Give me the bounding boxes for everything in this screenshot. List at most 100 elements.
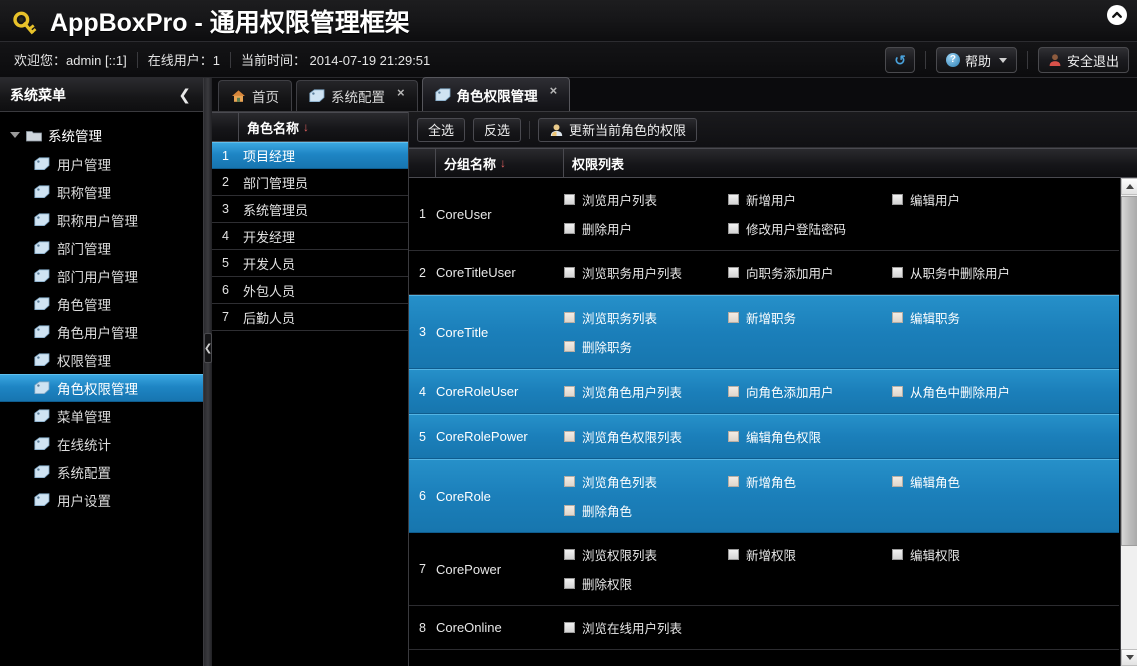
role-row[interactable]: 1 项目经理 [212, 142, 408, 169]
permission-checkbox-item[interactable]: 浏览在线用户列表 [564, 613, 728, 642]
checkbox[interactable] [892, 267, 903, 278]
update-permissions-button[interactable]: 更新当前角色的权限 [538, 117, 698, 142]
scroll-down-button[interactable] [1121, 649, 1137, 666]
permission-row[interactable]: 5 CoreRolePower 浏览角色权限列表 编辑角色权限 [409, 414, 1119, 459]
sidebar-item-4[interactable]: 部门用户管理 [0, 262, 203, 290]
role-row[interactable]: 7 后勤人员 [212, 304, 408, 331]
checkbox[interactable] [564, 341, 575, 352]
role-row[interactable]: 6 外包人员 [212, 277, 408, 304]
sidebar-item-5[interactable]: 角色管理 [0, 290, 203, 318]
checkbox[interactable] [892, 549, 903, 560]
permission-checkbox-item[interactable]: 向职务添加用户 [728, 258, 892, 287]
perm-col-group[interactable]: 分组名称 ↓ [436, 149, 564, 177]
tab-0[interactable]: 首页 [218, 80, 292, 111]
permission-checkbox-item[interactable]: 从角色中删除用户 [892, 377, 1056, 406]
role-row[interactable]: 3 系统管理员 [212, 196, 408, 223]
permission-checkbox-item[interactable]: 修改用户登陆密码 [728, 214, 892, 243]
sidebar-item-10[interactable]: 在线统计 [0, 430, 203, 458]
permission-row[interactable]: 6 CoreRole 浏览角色列表 新增角色 编辑角色 删除角色 [409, 459, 1119, 533]
logout-button[interactable]: 安全退出 [1037, 47, 1129, 73]
permission-row[interactable]: 2 CoreTitleUser 浏览职务用户列表 向职务添加用户 从职务中删除用户 [409, 251, 1119, 295]
checkbox[interactable] [892, 312, 903, 323]
sidebar-item-1[interactable]: 职称管理 [0, 178, 203, 206]
permission-checkbox-item[interactable]: 编辑角色 [892, 467, 1056, 496]
close-icon[interactable]: × [550, 83, 558, 98]
permission-checkbox-item[interactable]: 删除职务 [564, 332, 728, 361]
checkbox[interactable] [564, 386, 575, 397]
tab-2[interactable]: 角色权限管理 × [421, 77, 571, 111]
checkbox[interactable] [728, 312, 739, 323]
permission-checkbox-item[interactable]: 新增职务 [728, 303, 892, 332]
permission-checkbox-item[interactable]: 浏览职务用户列表 [564, 258, 728, 287]
sidebar-item-7[interactable]: 权限管理 [0, 346, 203, 374]
checkbox[interactable] [564, 549, 575, 560]
permission-checkbox-item[interactable]: 浏览角色列表 [564, 467, 728, 496]
tab-1[interactable]: 系统配置 × [296, 80, 418, 111]
checkbox[interactable] [564, 194, 575, 205]
checkbox[interactable] [564, 622, 575, 633]
scroll-up-button[interactable] [1121, 178, 1137, 195]
permission-checkbox-item[interactable]: 浏览权限列表 [564, 540, 728, 569]
role-row[interactable]: 4 开发经理 [212, 223, 408, 250]
checkbox[interactable] [892, 476, 903, 487]
checkbox[interactable] [728, 267, 739, 278]
close-icon[interactable]: × [397, 85, 405, 100]
permission-checkbox-item[interactable]: 新增角色 [728, 467, 892, 496]
chevron-left-icon[interactable]: ❮ [178, 86, 191, 104]
checkbox[interactable] [564, 431, 575, 442]
checkbox[interactable] [564, 267, 575, 278]
splitter-collapse-handle[interactable]: ❮ [204, 333, 212, 363]
permission-checkbox-item[interactable]: 新增菜单 [728, 657, 892, 666]
permission-checkbox-item[interactable]: 向角色添加用户 [728, 377, 892, 406]
checkbox[interactable] [564, 578, 575, 589]
checkbox[interactable] [728, 431, 739, 442]
checkbox[interactable] [892, 194, 903, 205]
permission-checkbox-item[interactable]: 浏览角色权限列表 [564, 422, 728, 451]
permission-checkbox-item[interactable]: 删除权限 [564, 569, 728, 598]
help-button[interactable]: ? 帮助 [935, 47, 1017, 73]
role-col-name[interactable]: 角色名称 ↓ [239, 113, 408, 141]
sidebar-item-11[interactable]: 系统配置 [0, 458, 203, 486]
permission-checkbox-item[interactable]: 浏览菜单列表 [564, 657, 728, 666]
checkbox[interactable] [564, 476, 575, 487]
permission-row[interactable]: 4 CoreRoleUser 浏览角色用户列表 向角色添加用户 从角色中删除用户 [409, 369, 1119, 414]
permission-row[interactable]: 7 CorePower 浏览权限列表 新增权限 编辑权限 删除权限 [409, 533, 1119, 606]
checkbox[interactable] [728, 194, 739, 205]
invert-selection-button[interactable]: 反选 [473, 117, 522, 142]
sidebar-item-8[interactable]: 角色权限管理 [0, 374, 203, 402]
role-row[interactable]: 5 开发人员 [212, 250, 408, 277]
checkbox[interactable] [728, 386, 739, 397]
permission-row[interactable]: 3 CoreTitle 浏览职务列表 新增职务 编辑职务 删除职务 [409, 295, 1119, 369]
permission-checkbox-item[interactable]: 删除角色 [564, 496, 728, 525]
permission-checkbox-item[interactable]: 编辑用户 [892, 185, 1056, 214]
sidebar-item-3[interactable]: 部门管理 [0, 234, 203, 262]
checkbox[interactable] [728, 549, 739, 560]
permission-checkbox-item[interactable]: 新增用户 [728, 185, 892, 214]
permission-checkbox-item[interactable]: 浏览用户列表 [564, 185, 728, 214]
permission-row[interactable]: 1 CoreUser 浏览用户列表 新增用户 编辑用户 删除用户 修改用户登陆密码 [409, 178, 1119, 251]
checkbox[interactable] [728, 476, 739, 487]
checkbox[interactable] [564, 312, 575, 323]
panel-splitter[interactable]: ❮ [204, 78, 212, 666]
permission-checkbox-item[interactable]: 浏览角色用户列表 [564, 377, 728, 406]
sidebar-item-12[interactable]: 用户设置 [0, 486, 203, 514]
refresh-button[interactable]: ↺ [885, 47, 915, 73]
scrollbar-thumb[interactable] [1121, 196, 1137, 546]
checkbox[interactable] [564, 505, 575, 516]
permission-checkbox-item[interactable]: 编辑角色权限 [728, 422, 892, 451]
permission-row[interactable]: 8 CoreOnline 浏览在线用户列表 [409, 606, 1119, 650]
checkbox[interactable] [728, 223, 739, 234]
sidebar-item-2[interactable]: 职称用户管理 [0, 206, 203, 234]
sidebar-group-system[interactable]: 系统管理 [0, 120, 203, 150]
permission-checkbox-item[interactable]: 删除用户 [564, 214, 728, 243]
checkbox[interactable] [564, 223, 575, 234]
permission-checkbox-item[interactable]: 编辑权限 [892, 540, 1056, 569]
checkbox[interactable] [892, 386, 903, 397]
chevron-up-icon[interactable] [1107, 5, 1127, 25]
permission-checkbox-item[interactable]: 从职务中删除用户 [892, 258, 1056, 287]
sidebar-item-0[interactable]: 用户管理 [0, 150, 203, 178]
permission-checkbox-item[interactable]: 编辑职务 [892, 303, 1056, 332]
permission-row[interactable]: 9CoreMenu 浏览菜单列表 新增菜单 编辑菜单 [409, 650, 1119, 666]
permission-checkbox-item[interactable]: 编辑菜单 [892, 657, 1056, 666]
select-all-button[interactable]: 全选 [417, 117, 466, 142]
